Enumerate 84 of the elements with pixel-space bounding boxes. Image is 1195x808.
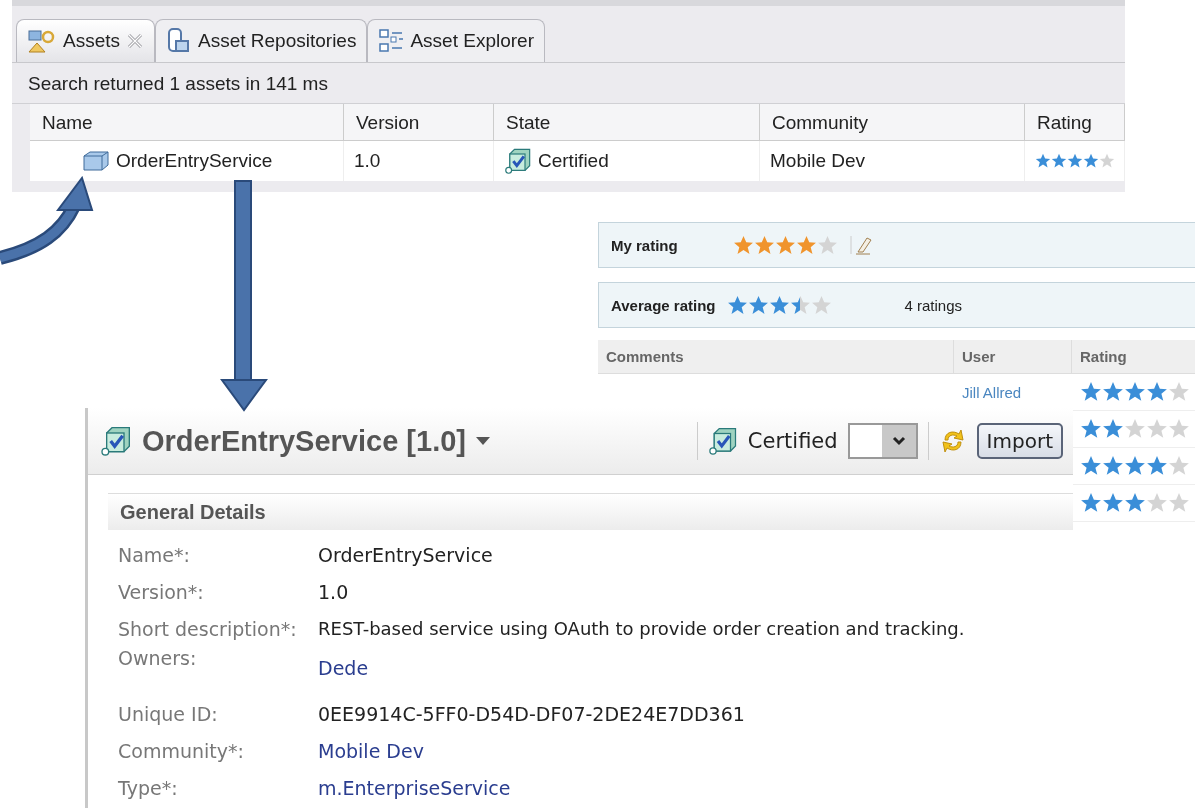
column-header[interactable]: Name xyxy=(30,104,344,141)
field-value: OrderEntryService xyxy=(318,543,493,566)
star-icon xyxy=(1080,492,1102,514)
field-label: Owners: xyxy=(118,647,197,669)
certified-icon xyxy=(707,426,738,456)
column-header[interactable]: State xyxy=(494,104,760,141)
star-icon xyxy=(1080,455,1102,477)
column-header[interactable]: Rating xyxy=(1072,340,1195,374)
star-icon xyxy=(817,234,838,256)
column-header[interactable]: Comments xyxy=(598,340,954,374)
eraser-icon[interactable] xyxy=(850,234,872,256)
asset-title: OrderEntryService [1.0] xyxy=(142,424,466,458)
field-label: Type*: xyxy=(118,776,178,799)
star-icon xyxy=(727,294,749,316)
certified-icon xyxy=(100,425,132,457)
field-label: Version*: xyxy=(118,580,204,603)
import-button[interactable]: Import xyxy=(976,423,1063,459)
certified-icon xyxy=(504,147,532,175)
search-status-text: Search returned 1 assets in 141 ms xyxy=(28,73,328,94)
star-icon xyxy=(775,234,796,256)
star-icon xyxy=(754,234,775,256)
star-icon xyxy=(1083,153,1099,169)
star-icon xyxy=(1080,418,1102,440)
star-icon xyxy=(1168,418,1190,440)
star-icon xyxy=(1146,455,1168,477)
asset-name-cell[interactable]: OrderEntryService xyxy=(116,150,273,172)
star-icon xyxy=(1102,418,1124,440)
community-cell: Mobile Dev xyxy=(770,150,866,172)
star-icon xyxy=(1051,153,1067,169)
star-icon xyxy=(1124,418,1146,440)
my-rating-label: My rating xyxy=(611,236,679,254)
star-icon xyxy=(733,234,754,256)
cube-icon xyxy=(82,150,110,172)
star-icon xyxy=(811,294,833,316)
star-icon xyxy=(796,234,817,256)
section-title: General Details xyxy=(120,500,266,524)
star-icon xyxy=(1146,418,1168,440)
star-icon xyxy=(748,294,770,316)
view-tab[interactable]: Assets xyxy=(16,19,156,62)
assets-icon xyxy=(27,28,57,54)
dropdown-caret-icon[interactable] xyxy=(476,436,490,446)
field-label: Unique ID: xyxy=(118,702,218,725)
version-cell: 1.0 xyxy=(354,150,381,172)
star-icon xyxy=(1168,455,1190,477)
star-icon xyxy=(790,294,812,316)
field-label: Short description*: xyxy=(118,617,297,640)
star-icon xyxy=(1124,492,1146,514)
star-icon xyxy=(1035,153,1051,169)
ratings-count: 4 ratings xyxy=(904,296,963,314)
column-header[interactable]: Version xyxy=(344,104,494,141)
column-header[interactable]: Rating xyxy=(1025,104,1125,141)
state-cell: Certified xyxy=(538,150,609,172)
average-rating-label: Average rating xyxy=(611,296,716,314)
star-icon xyxy=(769,294,791,316)
star-icon xyxy=(1124,381,1146,403)
star-icon xyxy=(1146,492,1168,514)
field-link[interactable]: m.EnterpriseService xyxy=(318,776,511,799)
field-label: Community*: xyxy=(118,739,244,762)
tree-icon xyxy=(378,28,405,54)
star-icon xyxy=(1102,455,1124,477)
field-value: 1.0 xyxy=(318,580,349,603)
column-header[interactable]: User xyxy=(954,340,1072,374)
field-link[interactable]: Mobile Dev xyxy=(318,739,424,762)
star-icon xyxy=(1168,381,1190,403)
field-link[interactable]: Dede xyxy=(318,657,369,679)
state-dropdown[interactable] xyxy=(847,423,918,459)
star-icon xyxy=(1146,381,1168,403)
view-tab[interactable]: Asset Repositories xyxy=(155,19,368,62)
star-icon xyxy=(1067,153,1083,169)
star-icon xyxy=(1168,492,1190,514)
state-label: Certified xyxy=(747,429,838,453)
column-header[interactable]: Community xyxy=(760,104,1025,141)
field-label: Name*: xyxy=(118,543,190,566)
field-value: REST-based service using OAuth to provide order creation and tracking. xyxy=(318,618,965,639)
star-icon xyxy=(1099,153,1115,169)
field-value: 0EE9914C-5FF0-D54D-DF07-2DE24E7DD361 xyxy=(318,702,745,725)
user-link[interactable]: Jill Allred xyxy=(962,383,1022,401)
star-icon xyxy=(1102,492,1124,514)
star-icon xyxy=(1102,381,1124,403)
close-icon[interactable] xyxy=(126,32,145,50)
star-icon xyxy=(1080,381,1102,403)
view-tab[interactable]: Asset Explorer xyxy=(367,19,545,62)
chevron-down-icon xyxy=(891,436,906,446)
star-icon xyxy=(1124,455,1146,477)
